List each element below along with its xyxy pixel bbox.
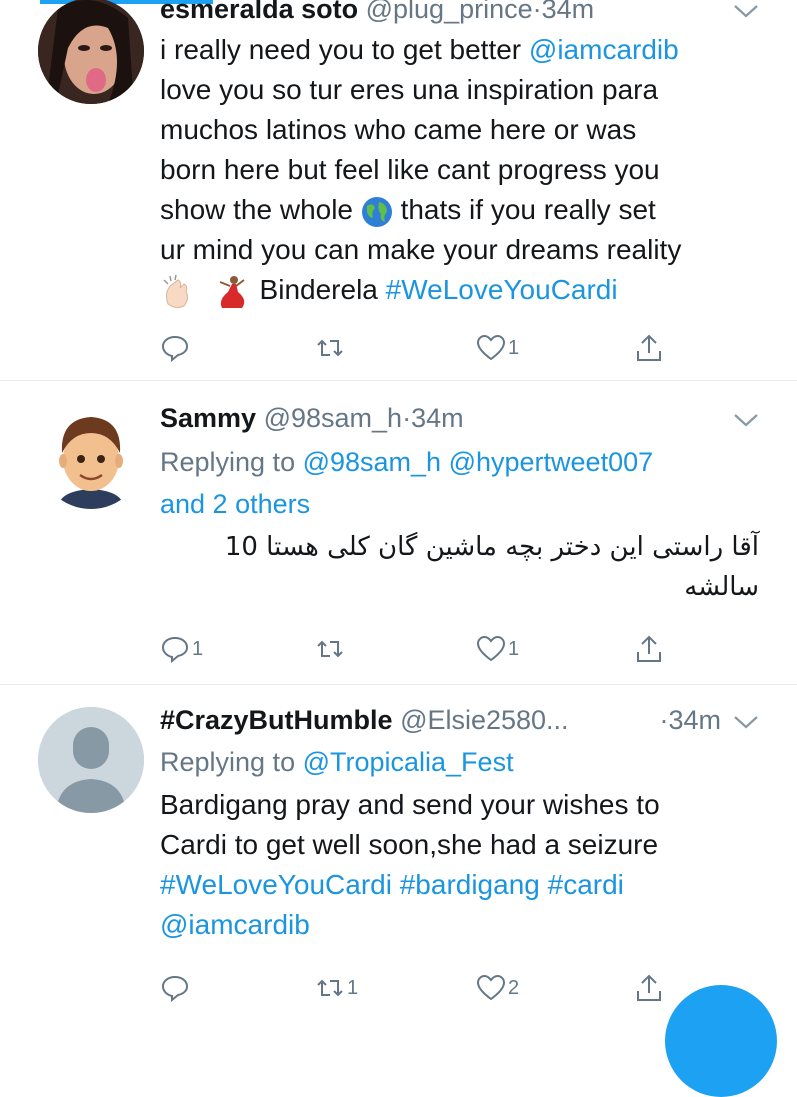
display-name[interactable]: #CrazyButHumble bbox=[160, 705, 393, 735]
tweet-actions: 1 bbox=[160, 331, 680, 365]
text-line: ur mind you can make your dreams reality bbox=[160, 234, 682, 265]
avatar-photo bbox=[38, 0, 144, 104]
user-handle[interactable]: @Elsie2580... bbox=[400, 705, 569, 735]
replying-to: Replying to @Tropicalia_Fest bbox=[160, 741, 759, 783]
separator-dot: · bbox=[402, 403, 412, 433]
reply-count: 1 bbox=[192, 637, 204, 660]
display-name[interactable]: Sammy bbox=[160, 403, 256, 433]
like-count: 1 bbox=[508, 336, 520, 359]
mention-link[interactable]: @98sam_h bbox=[303, 447, 441, 477]
heart-icon bbox=[476, 974, 506, 1001]
reply-button[interactable]: 1 bbox=[160, 632, 203, 666]
tweet-text: آقا راستی این دختر بچه ماشین گان کلی هست… bbox=[160, 527, 759, 607]
text-line: آقا راستی این دختر بچه ماشین گان کلی هست… bbox=[224, 532, 759, 562]
mention-link[interactable]: @Tropicalia_Fest bbox=[303, 747, 514, 777]
replying-label: Replying to bbox=[160, 447, 303, 477]
tweet-actions: 1 1 bbox=[160, 632, 680, 666]
text-line: سالشه bbox=[684, 572, 759, 602]
user-handle[interactable]: @plug_prince bbox=[366, 0, 533, 24]
tweet-actions: 1 2 bbox=[160, 971, 680, 1005]
text-line: Binderela bbox=[251, 274, 386, 305]
tweet-sammy[interactable]: Sammy @98sam_h·34m Replying to @98sam_h … bbox=[0, 381, 797, 685]
others-link[interactable]: and 2 others bbox=[160, 483, 759, 525]
text-line: love you so tur eres una inspiration par… bbox=[160, 74, 659, 105]
text-line: Cardi to get well soon,she had a seizure bbox=[160, 829, 659, 860]
share-button[interactable] bbox=[634, 331, 664, 365]
text-line: Bardigang pray and send your wishes to bbox=[160, 789, 660, 820]
chevron-down-icon[interactable] bbox=[733, 2, 759, 20]
avatar[interactable] bbox=[38, 707, 144, 813]
dancer-icon bbox=[219, 275, 245, 308]
like-button[interactable]: 1 bbox=[476, 632, 519, 666]
reply-button[interactable] bbox=[160, 971, 192, 1005]
reply-button[interactable] bbox=[160, 331, 192, 365]
tweet-header: esmeralda soto @plug_prince·34m bbox=[160, 0, 759, 26]
chevron-down-icon[interactable] bbox=[733, 713, 759, 731]
tweet-text: i really need you to get better @iamcard… bbox=[160, 30, 759, 310]
hashtag-link[interactable]: #WeLoveYouCardi bbox=[386, 274, 618, 305]
avatar-bitmoji bbox=[38, 403, 144, 509]
globe-icon bbox=[361, 196, 392, 227]
separator-dot: · bbox=[532, 0, 542, 24]
retweet-button[interactable] bbox=[315, 331, 347, 365]
retweet-button[interactable] bbox=[315, 632, 347, 666]
replying-to: Replying to @98sam_h @hypertweet007 and … bbox=[160, 441, 759, 525]
text-line: thats if you really set bbox=[392, 194, 656, 225]
text-line: born here but feel like cant progress yo… bbox=[160, 154, 660, 185]
share-icon bbox=[637, 974, 661, 1001]
tweet-header: Sammy @98sam_h·34m bbox=[160, 401, 759, 435]
tweet-header: #CrazyButHumble @Elsie2580... ·34m bbox=[160, 703, 759, 737]
avatar[interactable] bbox=[38, 0, 144, 104]
tweet-text: Bardigang pray and send your wishes to C… bbox=[160, 785, 759, 945]
mention-link[interactable]: @hypertweet007 bbox=[449, 447, 654, 477]
like-button[interactable]: 2 bbox=[476, 971, 519, 1005]
hashtag-links[interactable]: #WeLoveYouCardi #bardigang #cardi bbox=[160, 865, 759, 905]
user-handle[interactable]: @98sam_h bbox=[264, 403, 402, 433]
share-button[interactable] bbox=[634, 971, 664, 1005]
mention-link[interactable]: @iamcardib bbox=[160, 905, 759, 945]
retweet-icon bbox=[317, 979, 343, 997]
like-count: 1 bbox=[508, 637, 520, 660]
mention-link[interactable]: @iamcardib bbox=[529, 34, 679, 65]
share-button[interactable] bbox=[634, 632, 664, 666]
avatar[interactable] bbox=[38, 403, 144, 509]
heart-icon bbox=[476, 635, 506, 662]
tweet-esmeralda[interactable]: esmeralda soto @plug_prince·34m i really… bbox=[0, 0, 797, 381]
tweet-crazybuthumble[interactable]: #CrazyButHumble @Elsie2580... ·34m Reply… bbox=[0, 685, 797, 1024]
retweet-button[interactable]: 1 bbox=[315, 971, 358, 1005]
text-line: i really need you to get better bbox=[160, 34, 529, 65]
retweet-icon bbox=[317, 339, 343, 357]
share-icon bbox=[637, 635, 661, 662]
like-count: 2 bbox=[508, 976, 520, 999]
text-line: show the whole bbox=[160, 194, 361, 225]
reply-icon bbox=[161, 335, 189, 363]
share-icon bbox=[637, 334, 661, 361]
timestamp[interactable]: 34m bbox=[542, 0, 595, 24]
heart-icon bbox=[476, 334, 506, 361]
timestamp[interactable]: 34m bbox=[668, 705, 721, 735]
reply-icon bbox=[161, 975, 189, 1003]
clapping-hands-icon bbox=[163, 274, 189, 308]
text-line: muchos latinos who came here or was bbox=[160, 114, 637, 145]
retweet-icon bbox=[317, 640, 343, 658]
timestamp[interactable]: 34m bbox=[411, 403, 464, 433]
compose-tweet-button[interactable] bbox=[665, 985, 777, 1097]
like-button[interactable]: 1 bbox=[476, 331, 519, 365]
display-name[interactable]: esmeralda soto bbox=[160, 0, 358, 24]
retweet-count: 1 bbox=[347, 976, 359, 999]
default-avatar-icon bbox=[38, 707, 144, 813]
replying-label: Replying to bbox=[160, 747, 303, 777]
reply-icon bbox=[161, 636, 189, 664]
chevron-down-icon[interactable] bbox=[733, 411, 759, 429]
